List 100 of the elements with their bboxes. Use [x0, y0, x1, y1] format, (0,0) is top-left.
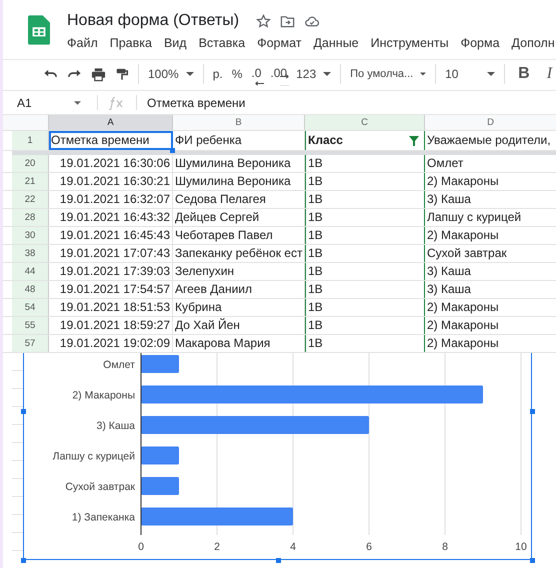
row-header[interactable]: 30: [12, 227, 49, 244]
italic-button[interactable]: I: [542, 65, 556, 83]
bar: [141, 477, 179, 495]
axis-tick-label: 0: [138, 541, 144, 553]
caret-icon: [186, 72, 194, 76]
table-cell: 2) Макароны: [425, 173, 556, 190]
table-cell: 19.01.2021 17:39:03: [49, 263, 173, 280]
table-cell: 19.01.2021 17:54:57: [49, 281, 173, 298]
resize-handle[interactable]: [20, 558, 26, 562]
axis-tick-label: 10: [515, 541, 527, 553]
table-cell: Макарова Мария: [173, 335, 305, 352]
name-box[interactable]: A1: [3, 96, 91, 110]
print-icon[interactable]: [91, 66, 106, 82]
table-cell: 19.01.2021 16:30:06: [49, 155, 173, 172]
column-header[interactable]: C: [305, 115, 425, 130]
row-header[interactable]: 1: [12, 131, 49, 150]
table-cell: Кубрина: [173, 299, 305, 316]
row-header[interactable]: 54: [12, 299, 49, 316]
row-header[interactable]: 57: [12, 335, 49, 352]
table-cell: 19.01.2021 16:32:07: [49, 191, 173, 208]
table-cell: 2) Макароны: [425, 317, 556, 334]
table-cell: 1В: [305, 263, 425, 280]
menu-item[interactable]: Данные: [313, 36, 359, 50]
row-header[interactable]: 22: [12, 191, 49, 208]
star-icon[interactable]: [256, 14, 272, 28]
menu-item[interactable]: Вставка: [198, 36, 246, 50]
caret-icon: [323, 72, 332, 76]
chart-frame[interactable]: Омлет 2) Макароны 3) Каша Лапшу с курицей Сухой завтрак 1) Запеканка 0 2 4 6 8 10: [23, 353, 532, 560]
table-cell: 1В: [305, 155, 425, 172]
font-dropdown[interactable]: По умолча...: [350, 68, 426, 80]
row-header[interactable]: 55: [12, 317, 49, 334]
category-label: Омлет: [103, 359, 135, 371]
row-header[interactable]: 38: [12, 245, 49, 262]
table-cell: Седова Пелагея: [173, 191, 305, 208]
caret-icon: [487, 72, 496, 76]
table-cell: Зелепухин: [173, 263, 305, 280]
table-cell: Шумилина Вероника: [173, 155, 305, 172]
menu-item[interactable]: Файл: [67, 36, 98, 50]
menu-item[interactable]: Дополн: [512, 36, 555, 50]
zoom-dropdown[interactable]: 100%: [148, 67, 194, 81]
resize-handle[interactable]: [276, 558, 281, 562]
table-header-cell: Класс: [305, 131, 425, 150]
table-cell: 2) Макароны: [425, 335, 556, 352]
table-cell: Запеканку ребёнок ест: [173, 245, 305, 262]
table-cell: 1В: [305, 317, 425, 334]
table-header-cell: Отметка времени: [49, 131, 173, 150]
document-title[interactable]: Новая форма (Ответы): [67, 12, 240, 30]
resize-handle[interactable]: [20, 409, 26, 414]
row-header[interactable]: 21: [12, 173, 49, 190]
table-cell: Агеев Даниил: [173, 281, 305, 298]
row-header[interactable]: 20: [12, 155, 49, 172]
filter-icon[interactable]: [409, 136, 419, 146]
spreadsheet-logo-icon[interactable]: [28, 15, 50, 45]
menu-item[interactable]: Инструменты: [370, 36, 449, 50]
table-cell: 19.01.2021 16:45:43: [49, 227, 173, 244]
table-cell: 19.01.2021 16:43:32: [49, 209, 173, 226]
menu-item[interactable]: Форма: [460, 36, 500, 50]
table-cell: 19.01.2021 17:07:43: [49, 245, 173, 262]
axis-tick-label: 4: [290, 541, 296, 553]
percent-button[interactable]: %: [232, 67, 242, 81]
formula-field[interactable]: Отметка времени: [147, 96, 246, 110]
currency-button[interactable]: р.: [212, 67, 223, 81]
table-cell: 3) Каша: [425, 263, 556, 280]
table-cell: 1В: [305, 335, 425, 352]
menu-item[interactable]: Формат: [257, 36, 302, 50]
category-label: 2) Макароны: [72, 390, 135, 402]
axis-tick-label: 8: [442, 541, 448, 553]
paint-roller-icon[interactable]: [115, 66, 129, 82]
resize-handle[interactable]: [530, 558, 534, 562]
table-cell: 19.01.2021 18:59:27: [49, 317, 173, 334]
caret-icon: [74, 100, 81, 104]
column-header[interactable]: A: [49, 115, 173, 130]
table-header-cell: Уважаемые родители,: [425, 131, 556, 150]
table-cell: 1В: [305, 245, 425, 262]
table-cell: 19.01.2021 18:51:53: [49, 299, 173, 316]
category-label: 1) Запеканка: [72, 512, 135, 524]
category-label: 3) Каша: [96, 420, 135, 432]
table-cell: 2) Макароны: [425, 299, 556, 316]
table-cell: 3) Каша: [425, 281, 556, 298]
menu-item[interactable]: Правка: [110, 36, 152, 50]
table-cell: 1В: [305, 299, 425, 316]
resize-handle[interactable]: [530, 409, 534, 414]
cloud-icon[interactable]: [304, 14, 320, 28]
number-format-dropdown[interactable]: 123: [296, 67, 332, 81]
table-cell: Омлет: [425, 155, 556, 172]
menu-item[interactable]: Вид: [164, 36, 187, 50]
column-header[interactable]: D: [425, 115, 556, 130]
table-cell: 1В: [305, 227, 425, 244]
folder-icon[interactable]: [280, 14, 296, 28]
table-cell: Лапшу с курицей: [425, 209, 556, 226]
row-header[interactable]: 48: [12, 281, 49, 298]
table-cell: 1В: [305, 281, 425, 298]
table-cell: Шумилина Вероника: [173, 173, 305, 190]
bold-button[interactable]: B: [514, 65, 534, 83]
table-cell: 19.01.2021 19:02:09: [49, 335, 173, 352]
row-header[interactable]: 44: [12, 263, 49, 280]
row-header[interactable]: 28: [12, 209, 49, 226]
font-size-dropdown[interactable]: 10: [445, 67, 496, 81]
decrease-decimals-button[interactable]: .0: [251, 66, 262, 82]
table-cell: 1В: [305, 209, 425, 226]
